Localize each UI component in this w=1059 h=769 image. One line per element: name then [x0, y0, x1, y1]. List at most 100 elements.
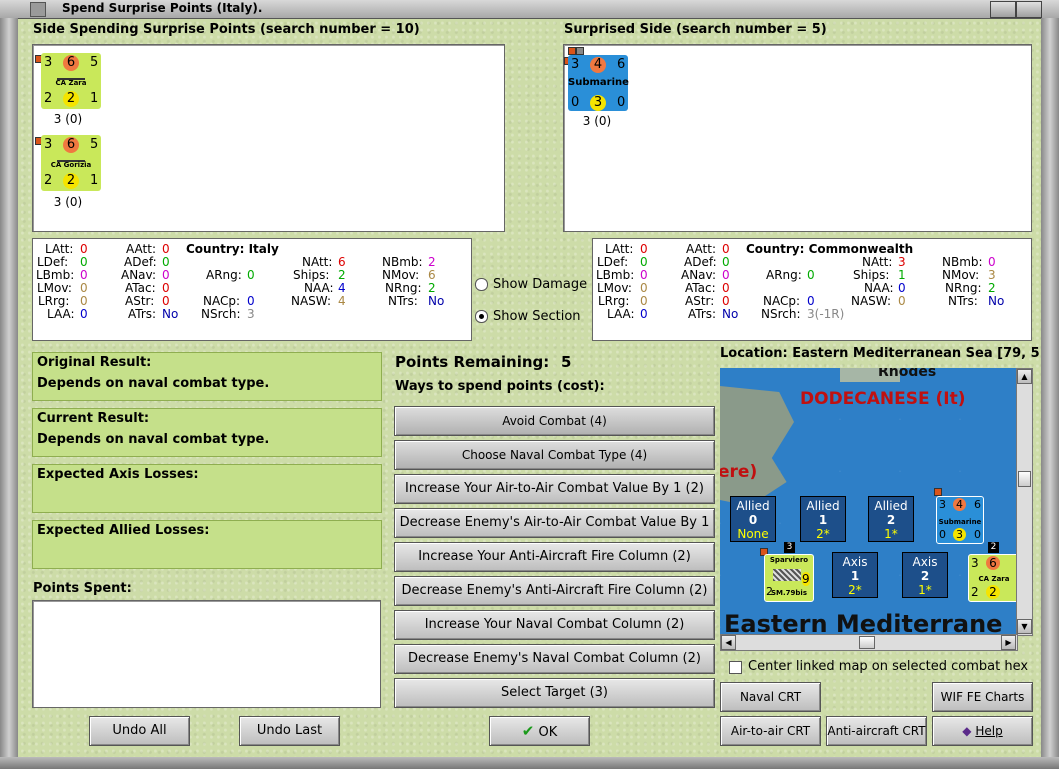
stat-label: AStr: — [125, 294, 155, 308]
show-section-radio[interactable] — [475, 310, 488, 323]
naval-crt-button[interactable]: Naval CRT — [720, 682, 821, 712]
points-remaining-label: Points Remaining: — [395, 353, 550, 371]
counter-value: 0 — [617, 95, 626, 110]
stat-value: 3 — [988, 268, 996, 282]
avoid-combat-button[interactable]: Avoid Combat (4) — [394, 406, 715, 436]
allied-box-number: 0 — [748, 513, 758, 527]
stat-value: 0 — [80, 281, 88, 295]
stat-label: NRng: — [945, 281, 982, 295]
scroll-thumb[interactable] — [859, 636, 875, 649]
counter-attack-circle: 6 — [63, 55, 79, 71]
counter-name: Submarine — [938, 518, 982, 526]
unit-counter-ca-zara[interactable]: 3 6 5 CA Zara 2 2 1 — [41, 53, 101, 109]
minimize-button[interactable] — [990, 1, 1016, 18]
counter-value: 2 — [971, 585, 979, 599]
surprised-side-header: Surprised Side (search number = 5) — [564, 22, 827, 37]
scroll-left-icon[interactable]: ◀ — [721, 635, 736, 650]
stat-label: NASW: — [291, 294, 332, 308]
counter-value: 1 — [90, 91, 99, 106]
dodecanese-label: DODECANESE (It) — [800, 389, 966, 409]
counter-value: 0 — [939, 528, 946, 541]
points-spent-list[interactable] — [32, 600, 381, 708]
counter-value: 3 — [44, 137, 53, 152]
allied-box-label: Allied — [736, 499, 770, 513]
stat-value: 0 — [640, 281, 648, 295]
unit-counter-ca-gorizia[interactable]: 3 6 5 CA Gorizia 2 2 1 — [41, 135, 101, 191]
stat-value: 2 — [428, 255, 436, 269]
map-vertical-scrollbar[interactable]: ▲ ▼ — [1016, 368, 1033, 636]
air-to-air-crt-button[interactable]: Air-to-air CRT — [720, 716, 821, 746]
spending-units-panel[interactable]: 3 6 5 CA Zara 2 2 1 3 (0) 3 6 5 CA Goriz… — [32, 44, 505, 232]
map-zara-counter[interactable]: 3 6 CA Zara 2 2 — [968, 554, 1016, 602]
allied-box-0[interactable]: Allied 0 None — [730, 496, 776, 542]
scroll-down-icon[interactable]: ▼ — [1017, 619, 1032, 634]
stat-label: NMov: — [382, 268, 420, 282]
ok-button[interactable]: ✔ OK — [489, 716, 590, 746]
stat-label: AAtt: — [126, 242, 156, 256]
allied-box-2[interactable]: Allied 2 1* — [868, 496, 914, 542]
map-submarine-counter[interactable]: 3 4 6 Submarine 0 3 0 — [936, 496, 984, 544]
stat-label: Ships: — [293, 268, 330, 282]
linked-map[interactable]: Rhodes DODECANESE (It) ere) Allied 0 Non… — [720, 368, 1016, 634]
close-button[interactable] — [1016, 1, 1042, 18]
stat-label: NAtt: — [862, 255, 893, 269]
axis-box-2[interactable]: Axis 2 1* — [902, 552, 948, 598]
title-bar[interactable]: Spend Surprise Points (Italy). — [0, 0, 1059, 19]
window-menu-icon[interactable] — [30, 2, 46, 17]
surprised-units-panel[interactable]: 3 4 6 Submarine 0 3 0 3 (0) — [563, 44, 1032, 232]
stat-value: 0 — [247, 268, 255, 282]
decrease-enemy-naval-combat-button[interactable]: Decrease Enemy's Naval Combat Column (2) — [394, 644, 715, 674]
stat-label: LRrg: — [598, 294, 630, 308]
italy-stats-panel: LAtt: 0 LDef: 0 LBmb: 0 LMov: 0 LRrg: 0 LAA: 0… — [32, 238, 472, 341]
points-spent-label: Points Spent: — [33, 581, 132, 596]
stat-value: 4 — [338, 294, 346, 308]
center-linked-map-label[interactable]: Center linked map on selected combat hex — [748, 659, 1028, 674]
stack-count-badge: 3 — [784, 542, 795, 553]
undo-last-button[interactable]: Undo Last — [239, 716, 340, 746]
stat-label: LAtt: — [45, 242, 74, 256]
help-button[interactable]: ◆ Help — [932, 716, 1033, 746]
increase-air-to-air-button[interactable]: Increase Your Air-to-Air Combat Value By… — [394, 474, 715, 504]
stat-label: ATac: — [125, 281, 156, 295]
decrease-enemy-air-to-air-button[interactable]: Decrease Enemy's Air-to-Air Combat Value… — [394, 508, 715, 558]
allied-box-1[interactable]: Allied 1 2* — [800, 496, 846, 542]
increase-naval-combat-button[interactable]: Increase Your Naval Combat Column (2) — [394, 610, 715, 640]
stat-value: 3(-1R) — [807, 307, 845, 321]
anti-aircraft-crt-button[interactable]: Anti-aircraft CRT — [826, 716, 927, 746]
center-linked-map-checkbox[interactable] — [729, 661, 742, 674]
counter-name: CA Zara — [978, 575, 1010, 583]
increase-anti-aircraft-button[interactable]: Increase Your Anti-Aircraft Fire Column … — [394, 542, 715, 572]
map-horizontal-scrollbar[interactable]: ◀ ▶ — [720, 634, 1018, 651]
current-result-value: Depends on naval combat type. — [37, 432, 270, 447]
stat-label: LDef: — [597, 255, 629, 269]
unit-strength: 3 (0) — [582, 114, 612, 128]
axis-box-1[interactable]: Axis 1 2* — [832, 552, 878, 598]
commonwealth-stats-panel: LAtt: 0 LDef: 0 LBmb: 0 LMov: 0 LRrg: 0 LAA: 0… — [592, 238, 1032, 341]
stat-label: LDef: — [37, 255, 69, 269]
scroll-thumb[interactable] — [1018, 471, 1031, 487]
unit-counter-submarine[interactable]: 3 4 6 Submarine 0 3 0 — [568, 55, 629, 111]
counter-value: 6 — [617, 57, 626, 72]
counter-attack-circle: 6 — [63, 137, 79, 153]
scroll-up-icon[interactable]: ▲ — [1017, 369, 1032, 384]
current-result-label: Current Result: — [37, 411, 150, 426]
scroll-right-icon[interactable]: ▶ — [1001, 635, 1016, 650]
select-target-button[interactable]: Select Target (3) — [394, 678, 715, 708]
undo-all-button[interactable]: Undo All — [89, 716, 190, 746]
counter-name: CA Zara — [55, 79, 87, 87]
decrease-enemy-anti-aircraft-button[interactable]: Decrease Enemy's Anti-Aircraft Fire Colu… — [394, 576, 715, 606]
wif-fe-charts-button[interactable]: WIF FE Charts — [932, 682, 1033, 712]
stat-label: ANav: — [121, 268, 157, 282]
show-section-label[interactable]: Show Section — [493, 309, 581, 324]
counter-value: 3 — [971, 556, 979, 570]
allied-box-sub: None — [737, 527, 769, 541]
stack-count-badge: 2 — [988, 542, 999, 553]
stat-label: ARng: — [766, 268, 802, 282]
map-aircraft-counter[interactable]: Sparviero 9 2 SM.79bis — [764, 554, 814, 602]
show-damage-label[interactable]: Show Damage — [493, 277, 587, 292]
choose-naval-combat-type-button[interactable]: Choose Naval Combat Type (4) — [394, 440, 715, 470]
show-damage-radio[interactable] — [475, 278, 488, 291]
stat-value: 1 — [898, 268, 906, 282]
allied-losses-box: Expected Allied Losses: — [32, 520, 382, 569]
counter-value: 3 — [939, 498, 946, 511]
